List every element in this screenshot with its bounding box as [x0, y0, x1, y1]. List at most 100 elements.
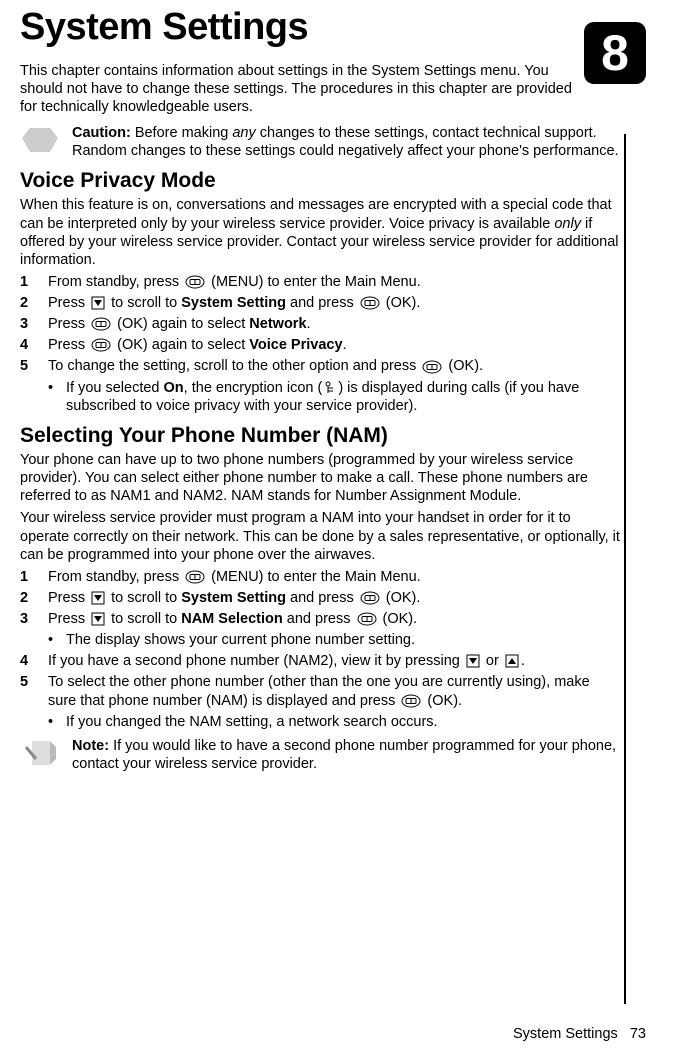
- ok-key-icon: [422, 360, 442, 374]
- step-text: and press: [286, 295, 358, 311]
- caution-block: Caution: Before making any changes to th…: [20, 124, 620, 160]
- encryption-icon: [324, 381, 336, 395]
- step-text: and press: [283, 611, 355, 627]
- list-item: 5 To change the setting, scroll to the o…: [20, 357, 620, 375]
- sub-text: If you changed the NAM setting, a networ…: [66, 713, 620, 731]
- voice-privacy-steps: 1 From standby, press (MENU) to enter th…: [20, 273, 620, 376]
- step-number: 2: [20, 294, 48, 312]
- step-text: and press: [286, 590, 358, 606]
- step-number: 5: [20, 357, 48, 375]
- ok-key-icon: [91, 338, 111, 352]
- list-item: 4 If you have a second phone number (NAM…: [20, 652, 620, 670]
- step-text: To select the other phone number (other …: [48, 674, 590, 708]
- step-number: 3: [20, 315, 48, 333]
- ok-key-icon: [360, 296, 380, 310]
- step-text: .: [343, 337, 347, 353]
- vp-p1a: When this feature is on, conversations a…: [20, 197, 612, 231]
- step-text: (OK).: [423, 693, 462, 709]
- note-icon: [20, 739, 60, 769]
- step-text: (OK) again to select: [113, 337, 249, 353]
- sub-text: , the encryption icon (: [184, 380, 323, 396]
- step-text: From standby, press: [48, 274, 183, 290]
- page-title: System Settings: [20, 4, 624, 52]
- section-heading-voice-privacy: Voice Privacy Mode: [20, 168, 624, 194]
- voice-privacy-paragraph: When this feature is on, conversations a…: [20, 196, 620, 269]
- step-number: 4: [20, 652, 48, 670]
- ok-key-icon: [401, 694, 421, 708]
- caution-any: any: [232, 125, 255, 141]
- list-item: 5 To select the other phone number (othe…: [20, 673, 620, 709]
- nam-paragraph-2: Your wireless service provider must prog…: [20, 509, 620, 563]
- bullet-dot: •: [48, 631, 66, 649]
- list-item: 1 From standby, press (MENU) to enter th…: [20, 568, 620, 586]
- step-number: 2: [20, 589, 48, 607]
- step-bold: Voice Privacy: [249, 337, 342, 353]
- section-heading-nam: Selecting Your Phone Number (NAM): [20, 423, 624, 449]
- ok-key-icon: [357, 612, 377, 626]
- step-text: From standby, press: [48, 569, 183, 585]
- list-item: 4 Press (OK) again to select Voice Priva…: [20, 336, 620, 354]
- list-item: 1 From standby, press (MENU) to enter th…: [20, 273, 620, 291]
- step-bold: NAM Selection: [181, 611, 283, 627]
- step-text: (MENU) to enter the Main Menu.: [207, 274, 421, 290]
- list-item: 2 Press to scroll to System Setting and …: [20, 589, 620, 607]
- caution-label: Caution:: [72, 125, 131, 141]
- step-text: Press: [48, 295, 89, 311]
- step-text: or: [482, 653, 503, 669]
- footer-page-number: 73: [630, 1026, 646, 1042]
- down-arrow-key-icon: [91, 612, 105, 626]
- page-footer: System Settings 73: [513, 1026, 646, 1042]
- note-label: Note:: [72, 738, 109, 754]
- nam-steps-cont: 4 If you have a second phone number (NAM…: [20, 652, 620, 709]
- caution-text-before: Before making: [131, 125, 233, 141]
- step-text: If you have a second phone number (NAM2)…: [48, 653, 464, 669]
- sub-bullet: • If you selected On, the encryption ico…: [48, 379, 620, 415]
- ok-key-icon: [360, 591, 380, 605]
- step-text: to scroll to: [107, 590, 181, 606]
- sub-bullet: • The display shows your current phone n…: [48, 631, 620, 649]
- step-text: To change the setting, scroll to the oth…: [48, 358, 420, 374]
- bullet-dot: •: [48, 713, 66, 731]
- step-bold: System Setting: [181, 295, 286, 311]
- list-item: 3 Press (OK) again to select Network.: [20, 315, 620, 333]
- step-text: Press: [48, 316, 89, 332]
- step-text: .: [307, 316, 311, 332]
- step-number: 1: [20, 273, 48, 291]
- footer-section: System Settings: [513, 1026, 618, 1042]
- step-number: 3: [20, 610, 48, 628]
- step-text: (OK).: [379, 611, 418, 627]
- menu-key-icon: [185, 570, 205, 584]
- step-text: Press: [48, 611, 89, 627]
- step-number: 1: [20, 568, 48, 586]
- side-rule: [624, 134, 626, 1004]
- sub-bullet: • If you changed the NAM setting, a netw…: [48, 713, 620, 731]
- intro-paragraph: This chapter contains information about …: [20, 62, 580, 116]
- step-number: 5: [20, 673, 48, 691]
- nam-steps: 1 From standby, press (MENU) to enter th…: [20, 568, 620, 628]
- menu-key-icon: [185, 275, 205, 289]
- note-text: If you would like to have a second phone…: [72, 738, 616, 772]
- step-text: Press: [48, 590, 89, 606]
- note-block: Note: If you would like to have a second…: [20, 737, 620, 773]
- down-arrow-key-icon: [91, 296, 105, 310]
- up-arrow-key-icon: [505, 654, 519, 668]
- list-item: 3 Press to scroll to NAM Selection and p…: [20, 610, 620, 628]
- caution-icon: [20, 126, 60, 156]
- step-text: .: [521, 653, 525, 669]
- step-bold: Network: [249, 316, 306, 332]
- ok-key-icon: [91, 317, 111, 331]
- sub-bold: On: [164, 380, 184, 396]
- step-text: (OK).: [382, 590, 421, 606]
- step-number: 4: [20, 336, 48, 354]
- list-item: 2 Press to scroll to System Setting and …: [20, 294, 620, 312]
- step-text: (OK).: [382, 295, 421, 311]
- step-text: (MENU) to enter the Main Menu.: [207, 569, 421, 585]
- bullet-dot: •: [48, 379, 66, 415]
- step-text: to scroll to: [107, 295, 181, 311]
- down-arrow-key-icon: [466, 654, 480, 668]
- vp-only: only: [554, 216, 581, 232]
- sub-text: The display shows your current phone num…: [66, 631, 620, 649]
- chapter-number-badge: 8: [584, 22, 646, 84]
- step-text: (OK).: [444, 358, 483, 374]
- step-text: Press: [48, 337, 89, 353]
